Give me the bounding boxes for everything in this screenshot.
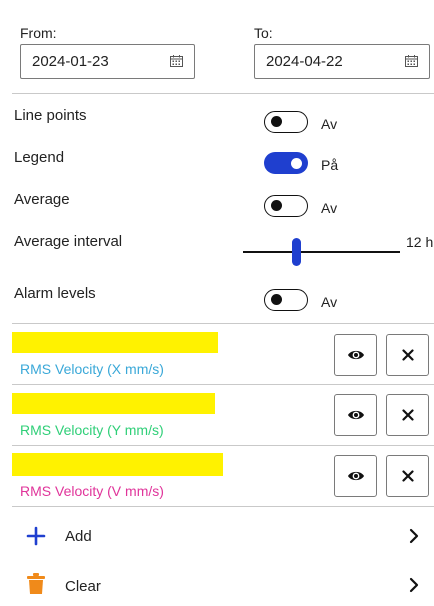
average-interval-slider-track[interactable] bbox=[243, 251, 400, 253]
from-label: From: bbox=[20, 25, 57, 41]
toggle-knob bbox=[271, 200, 282, 211]
chevron-right-icon bbox=[409, 577, 419, 593]
toggle-knob bbox=[271, 294, 282, 305]
average-interval-value: 12 h bbox=[406, 234, 434, 250]
to-date-field[interactable]: 2024-04-22 bbox=[254, 44, 430, 79]
line-points-toggle[interactable] bbox=[264, 111, 308, 133]
add-series-item[interactable]: Add bbox=[12, 514, 434, 558]
divider bbox=[12, 445, 434, 446]
remove-series-button[interactable] bbox=[386, 334, 429, 376]
trash-icon bbox=[27, 573, 45, 594]
series-label: RMS Velocity (V mm/s) bbox=[20, 483, 164, 499]
divider bbox=[12, 323, 434, 324]
series-highlight-bar bbox=[12, 332, 218, 353]
close-icon bbox=[401, 349, 414, 361]
toggle-visibility-button[interactable] bbox=[334, 394, 377, 436]
average-interval-slider-thumb[interactable] bbox=[292, 238, 301, 266]
series-label: RMS Velocity (X mm/s) bbox=[20, 361, 164, 377]
from-date-field[interactable]: 2024-01-23 bbox=[20, 44, 195, 79]
toggle-knob bbox=[271, 116, 282, 127]
series-highlight-bar bbox=[12, 453, 223, 476]
toggle-visibility-button[interactable] bbox=[334, 334, 377, 376]
alarm-levels-label: Alarm levels bbox=[14, 285, 96, 302]
calendar-icon[interactable] bbox=[170, 55, 183, 67]
divider bbox=[12, 506, 434, 507]
remove-series-button[interactable] bbox=[386, 394, 429, 436]
plus-icon bbox=[26, 526, 46, 546]
alarm-levels-state: Av bbox=[321, 294, 338, 310]
divider bbox=[12, 384, 434, 385]
line-points-label: Line points bbox=[14, 107, 87, 124]
series-label: RMS Velocity (Y mm/s) bbox=[20, 422, 164, 438]
eye-icon bbox=[347, 350, 364, 360]
eye-icon bbox=[347, 410, 364, 420]
chevron-right-icon bbox=[409, 528, 419, 544]
close-icon bbox=[401, 470, 414, 482]
clear-series-item[interactable]: Clear bbox=[12, 562, 434, 606]
divider bbox=[12, 93, 434, 94]
clear-label: Clear bbox=[65, 578, 101, 595]
to-label: To: bbox=[254, 25, 273, 41]
average-state: Av bbox=[321, 200, 338, 216]
eye-icon bbox=[347, 471, 364, 481]
remove-series-button[interactable] bbox=[386, 455, 429, 497]
average-interval-label: Average interval bbox=[14, 233, 123, 250]
line-points-state: Av bbox=[321, 116, 338, 132]
to-date-value: 2024-04-22 bbox=[266, 53, 343, 70]
average-label: Average bbox=[14, 191, 70, 208]
add-label: Add bbox=[65, 528, 92, 545]
from-date-value: 2024-01-23 bbox=[32, 53, 109, 70]
legend-toggle[interactable] bbox=[264, 152, 308, 174]
toggle-knob bbox=[291, 157, 302, 169]
average-toggle[interactable] bbox=[264, 195, 308, 217]
calendar-icon[interactable] bbox=[405, 55, 418, 67]
series-highlight-bar bbox=[12, 393, 215, 414]
legend-state: På bbox=[321, 157, 339, 173]
close-icon bbox=[401, 409, 414, 421]
legend-label: Legend bbox=[14, 149, 65, 166]
alarm-levels-toggle[interactable] bbox=[264, 289, 308, 311]
toggle-visibility-button[interactable] bbox=[334, 455, 377, 497]
